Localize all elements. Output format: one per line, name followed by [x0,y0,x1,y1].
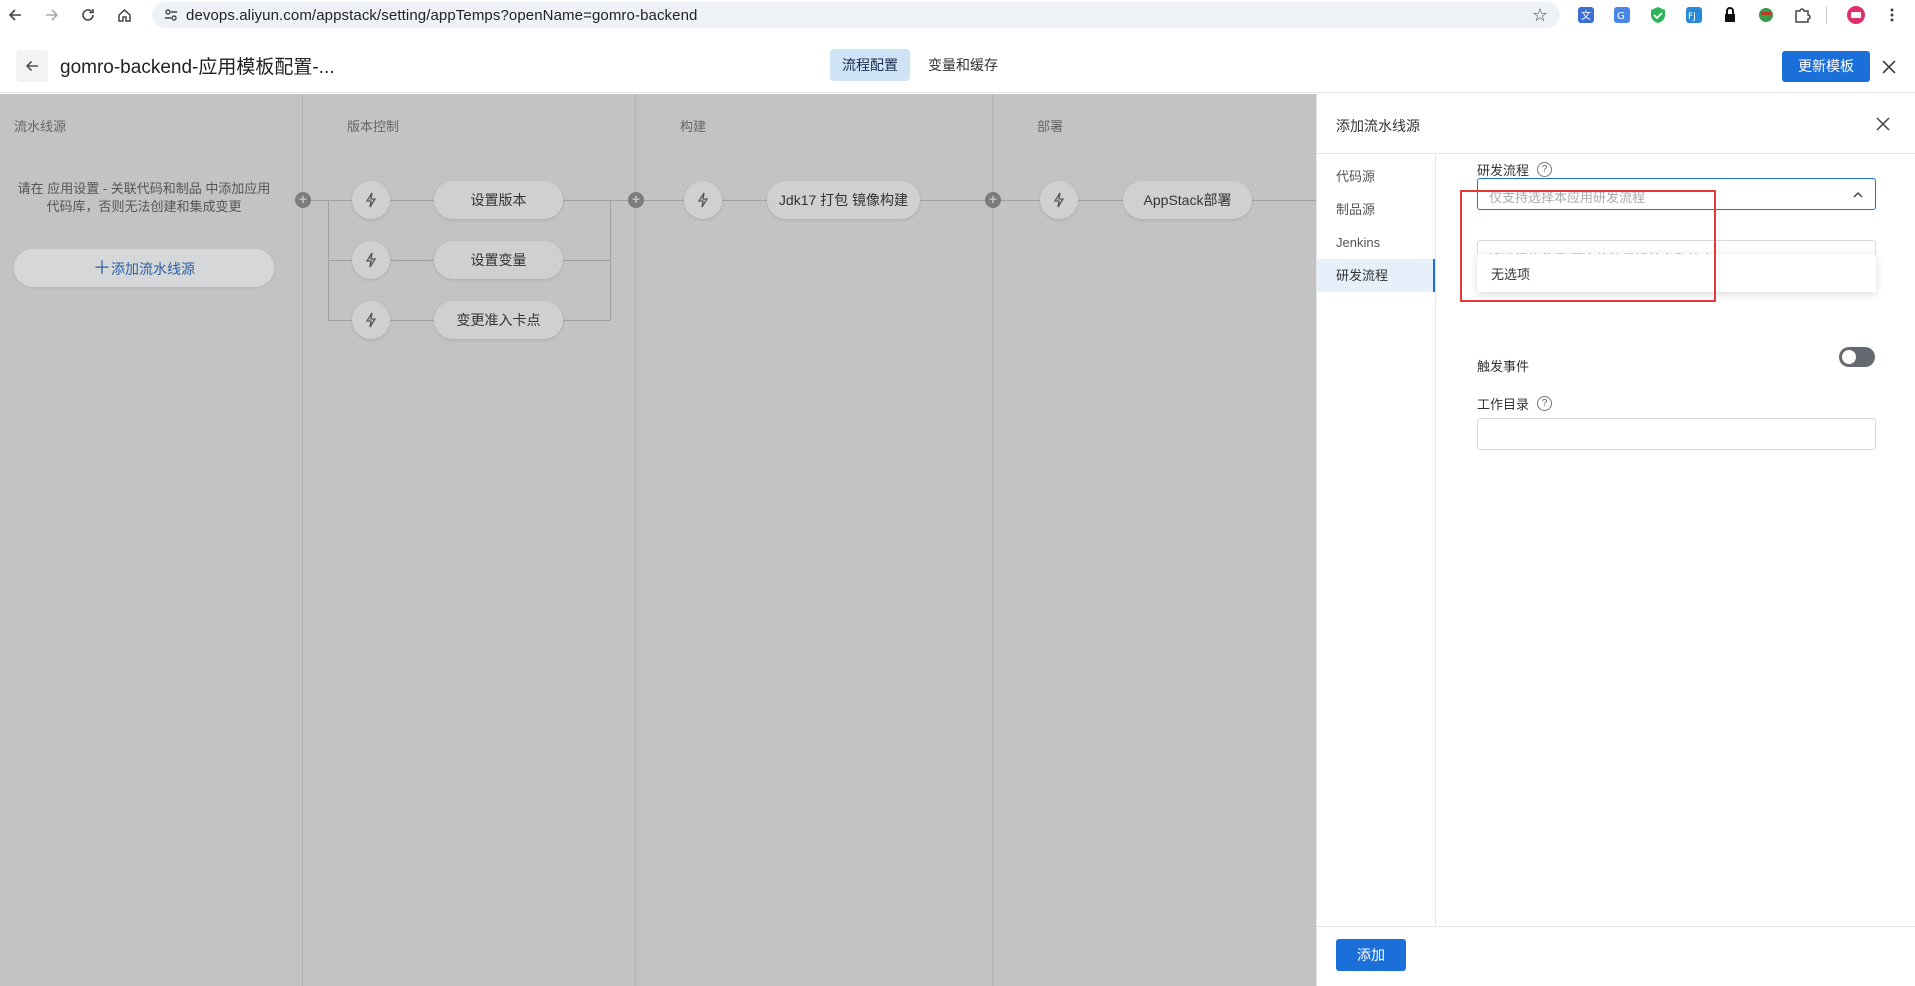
lightning-icon[interactable] [1040,181,1078,219]
tab-flow-config[interactable]: 流程配置 [830,49,910,81]
source-type-nav: 代码源 制品源 Jenkins 研发流程 [1317,154,1436,926]
tab-variables-cache[interactable]: 变量和缓存 [916,49,1010,81]
workdir-label-text: 工作目录 [1477,397,1530,412]
plus-icon: ＋ [93,258,111,278]
browser-menu-icon[interactable] [1882,5,1902,25]
lightning-icon[interactable] [684,181,722,219]
back-arrow-icon[interactable] [4,4,26,26]
add-source-button[interactable]: ＋添加流水线源 [14,249,274,287]
page-title: gomro-backend-应用模板配置-... [60,57,335,78]
column-source: 流水线源 请在 应用设置 - 关联代码和制品 中添加应用代码库，否则无法创建和集… [0,94,303,986]
add-source-label: 添加流水线源 [111,261,195,277]
nav-item-code-source[interactable]: 代码源 [1317,160,1435,193]
lightning-icon[interactable] [352,181,390,219]
nav-item-jenkins[interactable]: Jenkins [1317,226,1435,259]
reload-icon[interactable] [77,4,99,26]
column-build: 构建 [636,94,993,986]
shield-check-icon[interactable] [1648,5,1668,25]
trigger-toggle[interactable] [1839,347,1875,367]
bookmark-star-icon[interactable]: ☆ [1532,5,1548,26]
site-settings-icon[interactable] [158,2,184,28]
lightning-icon[interactable] [352,301,390,339]
close-icon[interactable] [1874,52,1904,82]
toolbar-divider [1826,6,1827,24]
help-icon[interactable]: ? [1537,396,1553,411]
annotation-highlight-box [1460,190,1716,302]
google-translate-icon[interactable]: G [1612,5,1632,25]
column-title: 流水线源 [14,119,67,134]
help-icon[interactable]: ? [1537,162,1553,177]
add-stage-plus-icon[interactable]: + [295,192,311,208]
nav-item-artifact-source[interactable]: 制品源 [1317,193,1435,226]
back-button[interactable] [16,50,48,82]
lightning-icon[interactable] [352,241,390,279]
job-set-variables[interactable]: 设置变量 [434,241,563,279]
update-template-button[interactable]: 更新模板 [1782,51,1870,82]
url-text[interactable]: devops.aliyun.com/appstack/setting/appTe… [186,7,697,24]
app-header: gomro-backend-应用模板配置-... 流程配置 变量和缓存 更新模板 [0,30,1915,93]
address-bar[interactable]: devops.aliyun.com/appstack/setting/appTe… [152,2,1560,28]
column-deploy: 部署 [993,94,1316,986]
column-title: 构建 [680,119,707,134]
drawer-title: 添加流水线源 [1336,118,1420,134]
add-source-drawer: 添加流水线源 代码源 制品源 Jenkins 研发流程 研发流程 ? 仅支持选择… [1316,94,1915,986]
back-arrow-icon [25,60,38,72]
flow-field-label: 研发流程 ? [1477,160,1553,179]
svg-text:G: G [1617,11,1625,22]
divider [1317,926,1915,927]
svg-text:FJ: FJ [1688,12,1696,22]
character-icon[interactable] [1756,5,1776,25]
source-hint: 请在 应用设置 - 关联代码和制品 中添加应用代码库，否则无法创建和集成变更 [17,181,271,214]
translate-icon[interactable]: 文 [1576,5,1596,25]
branch-line [610,200,611,320]
puzzle-icon[interactable] [1792,5,1812,25]
nav-item-dev-flow[interactable]: 研发流程 [1317,259,1435,292]
column-version-control: 版本控制 [303,94,636,986]
add-stage-plus-icon[interactable]: + [628,192,644,208]
close-icon[interactable] [1871,112,1895,136]
trigger-field-label: 触发事件 [1477,359,1530,374]
add-stage-plus-icon[interactable]: + [985,192,1001,208]
job-set-version[interactable]: 设置版本 [434,181,563,219]
toggle-knob [1842,350,1856,364]
column-title: 部署 [1037,119,1064,134]
flow-label-text: 研发流程 [1477,163,1530,178]
fj-icon[interactable]: FJ [1684,5,1704,25]
workdir-field-label: 工作目录 ? [1477,394,1553,413]
home-icon[interactable] [113,4,135,26]
lock-icon[interactable] [1720,5,1740,25]
column-title: 版本控制 [347,119,400,134]
job-appstack-deploy[interactable]: AppStack部署 [1123,181,1252,219]
header-tabs: 流程配置 变量和缓存 [830,49,1016,81]
forward-arrow-icon[interactable] [41,4,63,26]
svg-text:文: 文 [1581,9,1591,22]
pipeline-canvas: 流水线源 请在 应用设置 - 关联代码和制品 中添加应用代码库，否则无法创建和集… [0,94,1316,986]
browser-toolbar: devops.aliyun.com/appstack/setting/appTe… [0,0,1915,30]
job-change-gate[interactable]: 变更准入卡点 [434,301,563,339]
profile-avatar[interactable] [1846,5,1866,25]
workdir-input[interactable] [1477,418,1876,450]
chevron-up-icon [1853,191,1863,198]
job-jdk17-build[interactable]: Jdk17 打包 镜像构建 [767,181,920,219]
add-button[interactable]: 添加 [1336,939,1406,971]
